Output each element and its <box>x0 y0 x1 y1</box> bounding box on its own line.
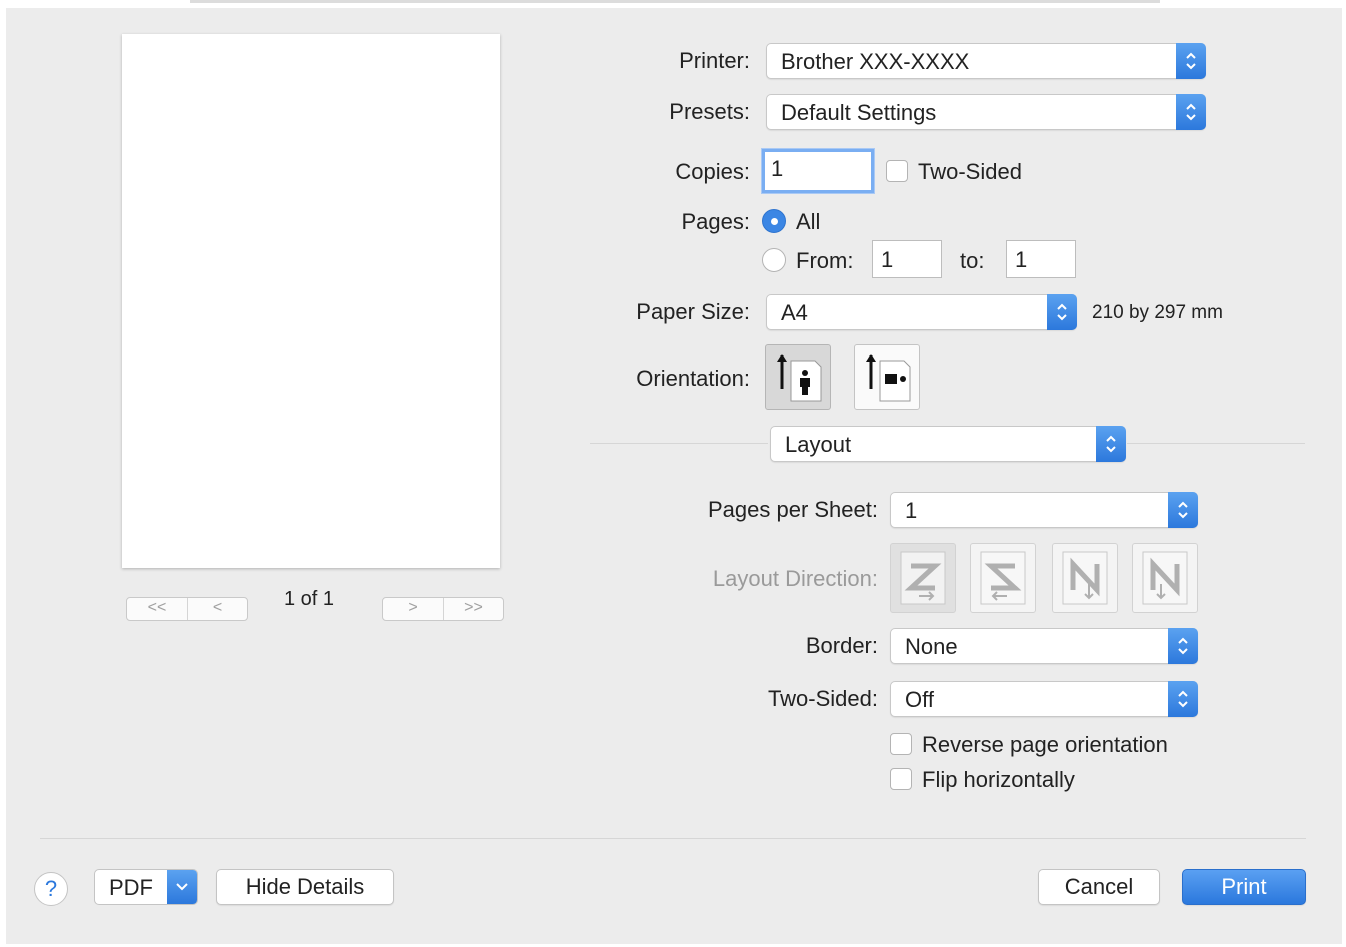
reverse-orientation-label: Reverse page orientation <box>922 732 1168 757</box>
pdf-label: PDF <box>109 875 153 900</box>
section-value: Layout <box>785 432 852 457</box>
print-button[interactable]: Print <box>1182 869 1306 905</box>
pages-all-radio[interactable] <box>762 209 786 233</box>
copies-value: 1 <box>771 156 784 181</box>
two-sided-popup[interactable]: Off <box>890 681 1198 717</box>
orientation-portrait-button[interactable] <box>765 344 831 410</box>
layout-direction-label: Layout Direction: <box>712 566 878 591</box>
border-label: Border: <box>805 633 878 658</box>
orientation-label: Orientation: <box>636 366 750 391</box>
paper-size-popup[interactable]: A4 <box>766 294 1077 330</box>
paper-size-label: Paper Size: <box>636 299 750 324</box>
popup-stepper-icon <box>1096 426 1126 462</box>
portrait-icon <box>777 354 822 402</box>
presets-label: Presets: <box>669 99 750 124</box>
pages-label: Pages: <box>681 209 751 234</box>
border-popup[interactable]: None <box>890 628 1198 664</box>
paper-dimensions: 210 by 297 mm <box>1092 302 1223 323</box>
pages-all-label: All <box>796 209 821 234</box>
page-indicator: 1 of 1 <box>284 588 335 610</box>
layout-direction-n-reverse-button[interactable] <box>1052 543 1118 613</box>
section-divider-right <box>1127 443 1305 444</box>
printer-value: Brother XXX-XXXX <box>781 49 970 74</box>
pages-to-field[interactable]: 1 <box>1006 240 1076 278</box>
two-sided-label: Two-Sided <box>918 159 1022 184</box>
popup-stepper-icon <box>1168 681 1198 717</box>
footer-divider <box>40 838 1306 839</box>
two-sided-value: Off <box>905 687 934 712</box>
pages-from-label: From: <box>796 248 854 273</box>
printer-popup[interactable]: Brother XXX-XXXX <box>766 43 1206 79</box>
section-divider-left <box>590 443 768 444</box>
preview-nav-forward-group: > >> <box>382 597 504 621</box>
first-page-button[interactable]: << <box>127 598 187 620</box>
chevron-down-icon <box>167 870 197 904</box>
section-popup[interactable]: Layout <box>770 426 1126 462</box>
presets-value: Default Settings <box>781 100 937 125</box>
popup-stepper-icon <box>1047 294 1077 330</box>
page-preview <box>122 34 500 568</box>
layout-direction-s-button[interactable] <box>970 543 1036 613</box>
two-sided-setting-label: Two-Sided: <box>767 686 878 711</box>
pages-from-value: 1 <box>881 247 894 272</box>
layout-z-icon <box>900 551 946 605</box>
popup-stepper-icon <box>1168 628 1198 664</box>
next-page-button[interactable]: > <box>383 598 443 620</box>
pages-to-label: to: <box>960 248 985 273</box>
pages-from-field[interactable]: 1 <box>872 240 942 278</box>
orientation-landscape-button[interactable] <box>854 344 920 410</box>
two-sided-checkbox[interactable] <box>886 160 908 182</box>
layout-n-reverse-icon <box>1062 551 1108 605</box>
pdf-menu-button[interactable]: PDF <box>94 869 198 905</box>
preview-nav-back-group: << < <box>126 597 248 621</box>
paper-size-value: A4 <box>781 300 808 325</box>
copies-label: Copies: <box>675 159 750 184</box>
flip-horizontally-label: Flip horizontally <box>922 767 1075 792</box>
cancel-button[interactable]: Cancel <box>1038 869 1160 905</box>
popup-stepper-icon <box>1168 492 1198 528</box>
layout-direction-z-button[interactable] <box>890 543 956 613</box>
layout-n-icon <box>1142 551 1188 605</box>
copies-field[interactable]: 1 <box>762 149 874 193</box>
landscape-icon <box>866 354 911 402</box>
printer-label: Printer: <box>679 48 750 73</box>
pages-to-value: 1 <box>1015 247 1028 272</box>
hide-details-button[interactable]: Hide Details <box>216 869 394 905</box>
previous-page-button[interactable]: < <box>187 598 247 620</box>
presets-popup[interactable]: Default Settings <box>766 94 1206 130</box>
border-value: None <box>905 634 958 659</box>
popup-stepper-icon <box>1176 94 1206 130</box>
pages-per-sheet-value: 1 <box>905 498 918 523</box>
pages-from-radio[interactable] <box>762 248 786 272</box>
popup-stepper-icon <box>1176 43 1206 79</box>
reverse-orientation-checkbox[interactable] <box>890 733 912 755</box>
help-button[interactable]: ? <box>34 872 68 906</box>
last-page-button[interactable]: >> <box>443 598 503 620</box>
window-top-edge <box>190 0 1160 3</box>
flip-horizontally-checkbox[interactable] <box>890 768 912 790</box>
layout-direction-n-button[interactable] <box>1132 543 1198 613</box>
layout-s-icon <box>980 551 1026 605</box>
pages-per-sheet-popup[interactable]: 1 <box>890 492 1198 528</box>
pages-per-sheet-label: Pages per Sheet: <box>707 497 878 522</box>
